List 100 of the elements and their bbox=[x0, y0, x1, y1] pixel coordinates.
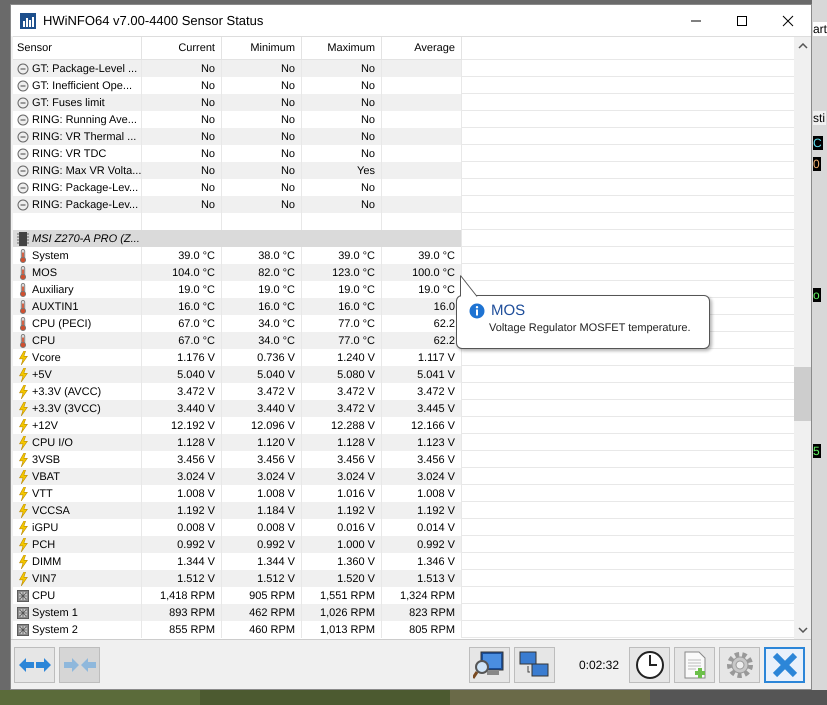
close-icon bbox=[782, 14, 794, 26]
table-cell: 16.0 °C bbox=[222, 298, 302, 315]
table-cell: 3.024 V bbox=[302, 468, 382, 485]
background-window-text: 0 bbox=[813, 157, 821, 171]
bar-chart-icon bbox=[20, 12, 36, 28]
collapse-arrows-icon bbox=[64, 656, 96, 672]
sensor-name: 3VSB bbox=[32, 454, 60, 466]
fan-icon bbox=[17, 588, 29, 602]
lightning-icon bbox=[17, 368, 29, 382]
close-button[interactable] bbox=[764, 646, 805, 682]
sensor-name: PCH bbox=[32, 538, 56, 550]
lightning-icon bbox=[17, 402, 29, 416]
sensor-name: CPU bbox=[32, 590, 56, 602]
table-cell: 462 RPM bbox=[222, 604, 302, 621]
tooltip-text: Voltage Regulator MOSFET temperature. bbox=[489, 322, 692, 334]
table-cell: 1.520 V bbox=[302, 570, 382, 587]
sensor-name: CPU (PECI) bbox=[32, 318, 92, 330]
scrollbar[interactable] bbox=[794, 37, 811, 639]
table-cell: 5.040 V bbox=[142, 366, 222, 383]
table-cell: 0.992 V bbox=[142, 536, 222, 553]
sensor-name: RING: Package-Lev... bbox=[32, 182, 138, 194]
sensor-name: System 2 bbox=[32, 624, 78, 636]
clock-icon bbox=[634, 650, 664, 680]
chip-icon bbox=[17, 232, 29, 246]
scrollbar-thumb[interactable] bbox=[794, 367, 811, 421]
sensor-name: +5V bbox=[32, 368, 52, 380]
scroll-down-icon[interactable] bbox=[798, 627, 808, 633]
table-cell: No bbox=[302, 128, 382, 145]
sensor-name: GT: Inefficient Ope... bbox=[32, 80, 132, 92]
clock-button[interactable] bbox=[629, 646, 670, 682]
sensor-name: RING: VR TDC bbox=[32, 148, 106, 160]
expand-arrows-icon bbox=[18, 656, 50, 672]
table-cell: No bbox=[222, 162, 302, 179]
sensor-name: GT: Package-Level ... bbox=[32, 62, 138, 74]
expand-button[interactable] bbox=[14, 646, 55, 682]
table-cell: No bbox=[142, 128, 222, 145]
sensor-name: GT: Fuses limit bbox=[32, 96, 105, 108]
background-window-text: o bbox=[813, 288, 821, 302]
network-icon bbox=[518, 650, 550, 680]
sensor-name: +12V bbox=[32, 420, 58, 432]
table-cell: No bbox=[222, 196, 302, 213]
table-cell: 1.192 V bbox=[142, 502, 222, 519]
network-button[interactable] bbox=[514, 646, 555, 682]
sensor-name: CPU I/O bbox=[32, 436, 73, 448]
table-cell: 1,026 RPM bbox=[302, 604, 382, 621]
background-window-text: 5 bbox=[813, 444, 821, 458]
sensor-name: System bbox=[32, 250, 69, 262]
table-cell: 3.024 V bbox=[222, 468, 302, 485]
lightning-icon bbox=[17, 504, 29, 518]
table-cell: No bbox=[302, 60, 382, 77]
table-cell: 1.192 V bbox=[382, 502, 462, 519]
monitor-magnifier-icon bbox=[473, 650, 506, 680]
sensor-name: Auxiliary bbox=[32, 284, 74, 296]
table-cell: 3.472 V bbox=[302, 400, 382, 417]
sensor-name: RING: Max VR Volta... bbox=[32, 164, 141, 176]
table-cell: 1.128 V bbox=[142, 434, 222, 451]
sensor-name: VCCSA bbox=[32, 504, 70, 516]
tooltip-title: MOS bbox=[491, 302, 526, 319]
window-title: HWiNFO64 v7.00-4400 Sensor Status bbox=[43, 13, 264, 28]
settings-icon bbox=[724, 650, 754, 680]
table-cell: No bbox=[142, 196, 222, 213]
table-cell: 16.0 °C bbox=[142, 298, 222, 315]
sensor-name: RING: Running Ave... bbox=[32, 114, 137, 126]
table-cell: 1.513 V bbox=[382, 570, 462, 587]
sensor-name: VBAT bbox=[32, 470, 60, 482]
info-icon bbox=[469, 302, 485, 318]
sensor-group-row[interactable]: MSI Z270-A PRO (Z... bbox=[13, 230, 462, 247]
table-cell: 1.120 V bbox=[222, 434, 302, 451]
sensor-name: MOS bbox=[32, 266, 58, 278]
lightning-icon bbox=[17, 350, 29, 364]
lightning-icon bbox=[17, 436, 29, 450]
lightning-icon bbox=[17, 520, 29, 534]
sensor-name: AUXTIN1 bbox=[32, 300, 78, 312]
table-cell: 77.0 °C bbox=[302, 332, 382, 349]
table-cell: 3.024 V bbox=[382, 468, 462, 485]
table-cell: 100.0 °C bbox=[382, 264, 462, 281]
table-cell: 1.184 V bbox=[222, 502, 302, 519]
fan-icon bbox=[17, 606, 29, 620]
sensor-name: DIMM bbox=[32, 556, 62, 568]
elapsed-time: 0:02:32 bbox=[578, 658, 619, 672]
lightning-icon bbox=[17, 384, 29, 398]
table-cell: 823 RPM bbox=[382, 604, 462, 621]
table-cell: 893 RPM bbox=[142, 604, 222, 621]
table-cell: 16.0 °C bbox=[302, 298, 382, 315]
table-cell: 104.0 °C bbox=[142, 264, 222, 281]
table-cell: 0.992 V bbox=[222, 536, 302, 553]
scroll-up-icon[interactable] bbox=[798, 43, 808, 49]
background-window-text: art bbox=[813, 22, 827, 36]
table-cell: 62.2 bbox=[382, 332, 462, 349]
sensor-name: iGPU bbox=[32, 522, 58, 534]
lightning-icon bbox=[17, 470, 29, 484]
table-cell: 1.512 V bbox=[222, 570, 302, 587]
table-cell: 3.445 V bbox=[382, 400, 462, 417]
sensor-name: VTT bbox=[32, 488, 53, 500]
monitor-magnifier-button[interactable] bbox=[468, 646, 510, 682]
lightning-icon bbox=[17, 538, 29, 552]
table-cell: 1.128 V bbox=[302, 434, 382, 451]
background-window-text: sti bbox=[813, 111, 826, 125]
settings-button[interactable] bbox=[719, 646, 760, 682]
table-cell: 67.0 °C bbox=[142, 332, 222, 349]
